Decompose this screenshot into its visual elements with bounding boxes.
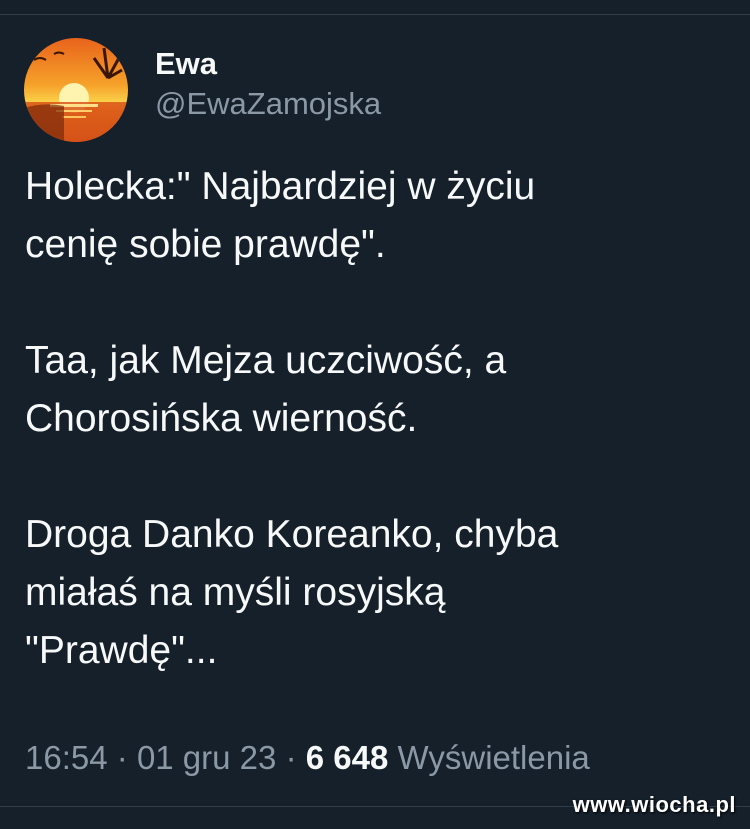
tweet-line: Chorosińska wierność.	[25, 397, 418, 440]
views-label: Wyświetlenia	[397, 739, 590, 776]
top-divider	[0, 14, 750, 15]
author-handle[interactable]: @EwaZamojska	[155, 84, 381, 124]
avatar[interactable]	[24, 38, 128, 142]
tweet-paragraph: Taa, jak Mejza uczciwość, a Chorosińska …	[25, 332, 725, 448]
tweet-line: cenię sobie prawdę".	[25, 223, 386, 266]
sunset-avatar-image	[24, 38, 128, 142]
author-block: Ewa @EwaZamojska	[155, 44, 381, 124]
tweet-line: "Prawdę"...	[25, 629, 218, 672]
tweet-line: Taa, jak Mejza uczciwość, a	[25, 339, 507, 382]
tweet-paragraph: Holecka:" Najbardziej w życiu cenię sobi…	[25, 158, 725, 274]
tweet-text: Holecka:" Najbardziej w życiu cenię sobi…	[25, 158, 725, 680]
tweet-line: miałaś na myśli rosyjską	[25, 571, 446, 614]
tweet-meta: 16:54 · 01 gru 23 · 6 648 Wyświetlenia	[25, 735, 590, 781]
author-display-name[interactable]: Ewa	[155, 44, 381, 84]
views-count: 6 648	[305, 739, 389, 776]
meta-separator: ·	[285, 739, 297, 776]
tweet-line: Holecka:" Najbardziej w życiu	[25, 165, 536, 208]
watermark: www.wiocha.pl	[572, 792, 736, 817]
meta-separator: ·	[116, 739, 128, 776]
tweet-line: Droga Danko Koreanko, chyba	[25, 513, 559, 556]
tweet-time[interactable]: 16:54	[25, 739, 108, 776]
tweet-paragraph: Droga Danko Koreanko, chyba miałaś na my…	[25, 506, 725, 680]
tweet-date[interactable]: 01 gru 23	[137, 739, 276, 776]
